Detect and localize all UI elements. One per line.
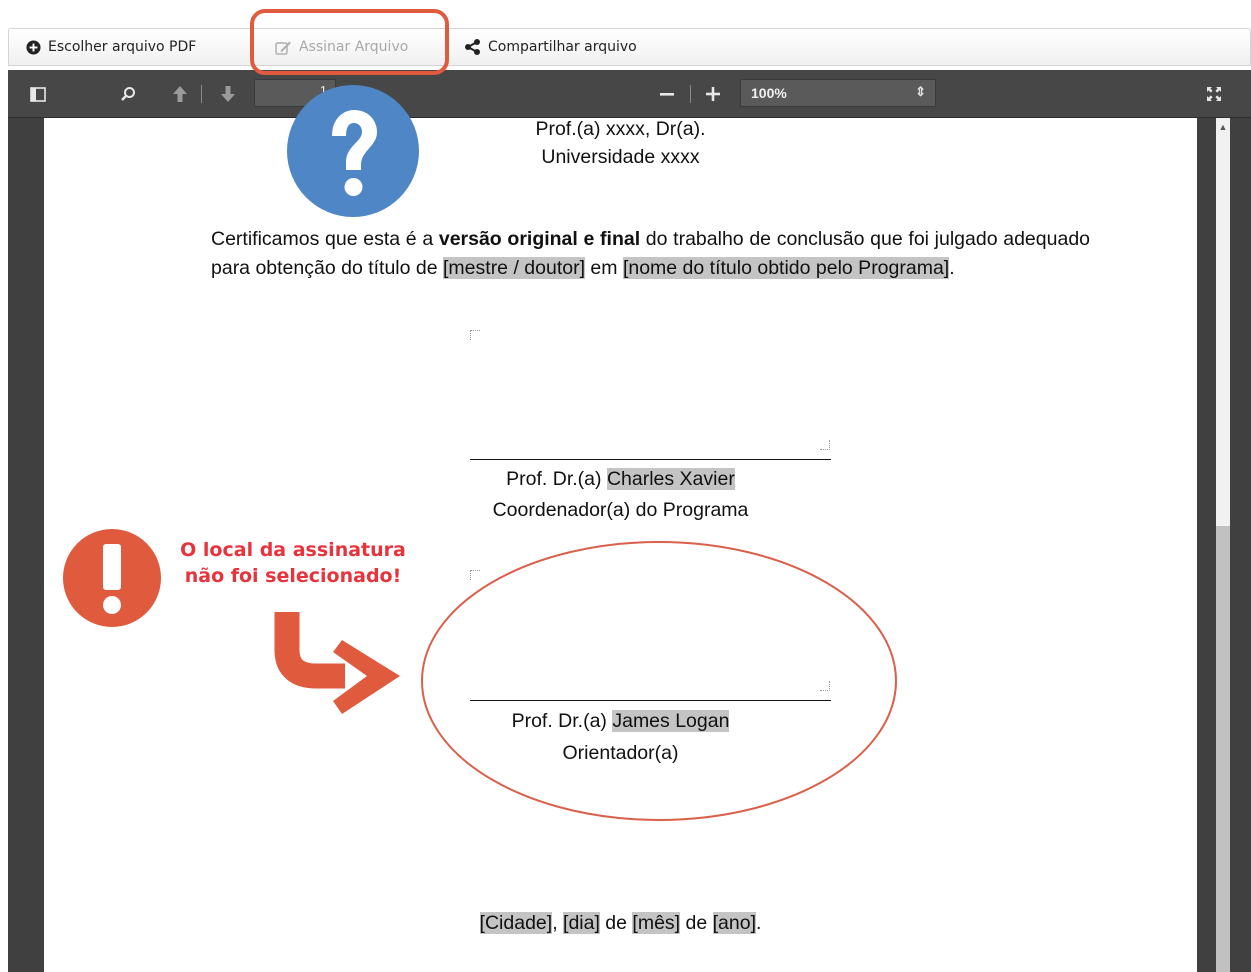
city-placeholder: [Cidade]: [479, 912, 553, 934]
date-sep: de: [680, 912, 713, 934]
cert-text-1: Certificamos que esta é a: [211, 228, 439, 250]
month-placeholder: [mês]: [632, 912, 681, 934]
viewer-toolbar: 1 100% ⇕: [8, 70, 1251, 118]
sign-file-label: Assinar Arquivo: [299, 39, 409, 55]
choose-pdf-button[interactable]: Escolher arquivo PDF: [26, 29, 196, 65]
edit-icon: [275, 40, 292, 55]
warning-line-1: O local da assinatura: [180, 539, 406, 561]
zoom-divider: [690, 85, 691, 103]
coordinator-role: Coordenador(a) do Programa: [492, 499, 749, 521]
date-sep: de: [599, 912, 633, 934]
scrollbar-thumb[interactable]: [1216, 526, 1230, 972]
date-line: [Cidade], [dia] de [mês] de [ano].: [44, 912, 1197, 935]
cert-text-3: em: [585, 257, 623, 279]
exclamation-icon: [62, 528, 162, 628]
nav-divider: [201, 85, 202, 103]
app-toolbar: Escolher arquivo PDF Assinar Arquivo Com…: [0, 0, 1251, 70]
zoom-select[interactable]: 100% ⇕: [740, 79, 936, 107]
choose-pdf-label: Escolher arquivo PDF: [48, 39, 197, 55]
button-bar: Escolher arquivo PDF Assinar Arquivo Com…: [8, 28, 1251, 66]
plus-icon[interactable]: [702, 84, 724, 104]
year-placeholder: [ano]: [712, 912, 757, 934]
signature-field-corner: [470, 330, 480, 340]
minus-icon[interactable]: [656, 86, 678, 104]
share-icon: [464, 39, 481, 55]
sidebar-toggle-icon[interactable]: [28, 84, 48, 104]
share-file-button[interactable]: Compartilhar arquivo: [464, 29, 637, 65]
coordinator-name: Charles Xavier: [606, 468, 735, 490]
arrow-down-icon[interactable]: [218, 83, 238, 105]
search-icon[interactable]: [118, 84, 138, 104]
question-mark-icon: [286, 84, 420, 218]
signature-area-ellipse: [420, 540, 898, 822]
fullscreen-icon[interactable]: [1204, 84, 1224, 104]
curved-arrow-icon: [270, 606, 422, 718]
coordinator-prefix: Prof. Dr.(a): [506, 468, 607, 490]
toolbar-divider: [253, 35, 254, 59]
cert-bold: versão original e final: [438, 228, 641, 250]
arrow-up-icon[interactable]: [170, 83, 190, 105]
warning-line-2: não foi selecionado!: [184, 565, 402, 587]
warning-message: O local da assinatura não foi selecionad…: [162, 537, 424, 589]
examiner-name: Prof.(a) xxxx, Dr(a).: [535, 118, 706, 140]
cert-end: .: [949, 257, 955, 279]
zoom-value: 100%: [751, 85, 787, 101]
scroll-up-icon[interactable]: ▲: [1216, 120, 1230, 134]
degree-placeholder: [mestre / doutor]: [443, 257, 585, 279]
share-file-label: Compartilhar arquivo: [488, 39, 637, 55]
plus-circle-icon: [26, 39, 41, 55]
sign-file-button[interactable]: Assinar Arquivo: [275, 29, 408, 65]
pdf-viewer: 1 100% ⇕ Prof.(a) xxxx, Dr(a). Universid…: [8, 70, 1251, 972]
coordinator-name-line: Prof. Dr.(a) Charles Xavier: [44, 468, 1197, 491]
day-placeholder: [dia]: [563, 912, 600, 934]
signature-field-corner: [820, 440, 830, 450]
certification-paragraph: Certificamos que esta é a versão origina…: [211, 225, 1090, 283]
examiner-institution: Universidade xxxx: [541, 146, 700, 168]
date-end: .: [756, 912, 762, 934]
title-placeholder: [nome do título obtido pelo Programa]: [622, 257, 950, 279]
select-caret-icon: ⇕: [915, 84, 926, 99]
date-sep: ,: [552, 912, 564, 934]
signature-line: [470, 459, 831, 460]
